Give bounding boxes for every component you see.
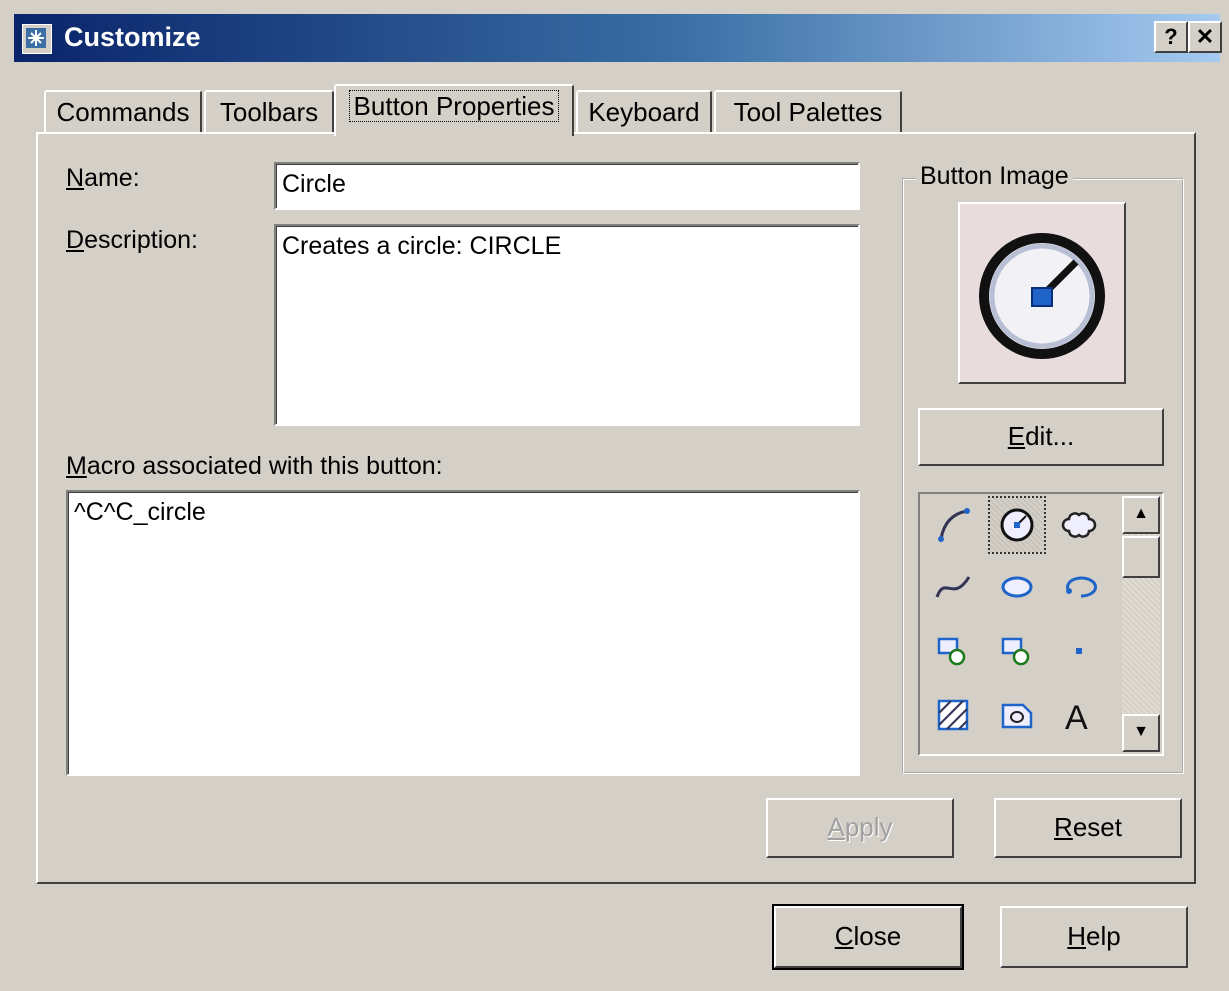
- scroll-thumb[interactable]: [1122, 536, 1160, 578]
- circle-icon: [979, 233, 1105, 359]
- scroll-down-arrow-icon[interactable]: ▼: [1122, 714, 1160, 752]
- macro-label: Macro associated with this button:: [66, 452, 443, 480]
- title-bar[interactable]: Customize ? ✕: [14, 14, 1222, 62]
- ellipse-arc-icon[interactable]: [1052, 560, 1106, 614]
- tab-label: Button Properties: [348, 90, 560, 122]
- insert-block-icon[interactable]: [926, 624, 980, 678]
- help-titlebar-button[interactable]: ?: [1154, 21, 1188, 53]
- make-block-icon[interactable]: [990, 624, 1044, 678]
- circle-icon[interactable]: [988, 496, 1046, 554]
- window-title: Customize: [64, 22, 201, 52]
- close-titlebar-button[interactable]: ✕: [1188, 21, 1222, 53]
- tab-commands[interactable]: Commands: [44, 90, 202, 134]
- tab-toolbars[interactable]: Toolbars: [204, 90, 334, 134]
- tab-button-properties[interactable]: Button Properties: [334, 84, 574, 136]
- button-image-preview: [958, 202, 1126, 384]
- palette-scrollbar[interactable]: ▲ ▼: [1122, 496, 1160, 752]
- scroll-up-arrow-icon[interactable]: ▲: [1122, 496, 1160, 534]
- icon-palette: A ▲ ▼: [918, 492, 1164, 756]
- hatch-icon[interactable]: [926, 688, 980, 742]
- tab-keyboard[interactable]: Keyboard: [576, 90, 712, 134]
- point-icon[interactable]: [1052, 624, 1106, 678]
- help-button[interactable]: Help: [1000, 906, 1188, 968]
- reset-button[interactable]: Reset: [994, 798, 1182, 858]
- spline-icon[interactable]: [926, 560, 980, 614]
- macro-field[interactable]: ^C^C_circle: [66, 490, 860, 776]
- description-field[interactable]: Creates a circle: CIRCLE: [274, 224, 860, 426]
- tab-label: Keyboard: [588, 97, 700, 127]
- text-icon[interactable]: A: [1052, 688, 1106, 742]
- tab-label: Toolbars: [219, 97, 319, 127]
- region-icon[interactable]: [990, 688, 1044, 742]
- name-label: Name:: [66, 164, 140, 192]
- edit-button[interactable]: Edit...: [918, 408, 1164, 466]
- tab-tool-palettes[interactable]: Tool Palettes: [714, 90, 902, 134]
- tab-label: Commands: [56, 97, 190, 127]
- tab-label: Tool Palettes: [733, 97, 883, 127]
- apply-button[interactable]: Apply: [766, 798, 954, 858]
- svg-text:A: A: [1065, 699, 1088, 735]
- ellipse-icon[interactable]: [990, 560, 1044, 614]
- arc-icon[interactable]: [926, 498, 980, 552]
- app-icon: [22, 24, 52, 54]
- revcloud-icon[interactable]: [1052, 498, 1106, 552]
- customize-dialog: Customize ? ✕ Commands Toolbars Button P…: [0, 0, 1229, 991]
- close-button[interactable]: Close: [772, 904, 964, 970]
- description-label: Description:: [66, 226, 199, 254]
- button-image-label: Button Image: [916, 162, 1073, 191]
- button-properties-panel: Name: Circle Description: Creates a circ…: [36, 132, 1196, 884]
- name-field[interactable]: Circle: [274, 162, 860, 210]
